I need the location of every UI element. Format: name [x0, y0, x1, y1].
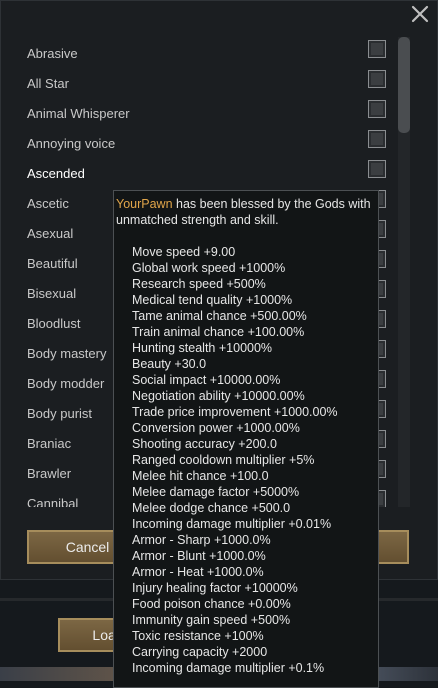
stat-line: Move speed +9.00 [132, 245, 236, 259]
stat-line: Medical tend quality +1000% [132, 293, 293, 307]
stat-line: Armor - Blunt +1000.0% [132, 549, 266, 563]
stat-line: Incoming damage multiplier +0.1% [132, 661, 325, 675]
stat-line: Beauty +30.0 [132, 357, 207, 371]
stat-line: Melee dodge chance +500.0 [132, 501, 291, 515]
stat-line: Immunity gain speed +500% [132, 613, 291, 627]
trait-label: Body modder [27, 376, 105, 391]
stat-line: Social impact +10000.00% [132, 373, 281, 387]
trait-tooltip: YourPawn has been blessed by the Gods wi… [113, 190, 379, 688]
stat-line: Hunting stealth +10000% [132, 341, 273, 355]
stat-line: Global work speed +1000% [132, 261, 286, 275]
trait-row[interactable]: Ascended [1, 159, 396, 189]
trait-label: Annoying voice [27, 136, 116, 151]
stat-line: Ranged cooldown multiplier +5% [132, 453, 315, 467]
trait-label: Brawler [27, 466, 72, 481]
stat-line: Food poison chance +0.00% [132, 597, 291, 611]
tooltip-intro: YourPawn has been blessed by the Gods wi… [116, 196, 376, 228]
trait-label: All Star [27, 76, 69, 91]
stat-line: Melee damage factor +5000% [132, 485, 300, 499]
stat-line: Train animal chance +100.00% [132, 325, 305, 339]
tooltip-stat-list: Move speed +9.00 Global work speed +1000%… [116, 244, 376, 676]
stat-line: Armor - Sharp +1000.0% [132, 533, 271, 547]
trait-label: Cannibal [27, 496, 79, 507]
trait-label: Ascended [27, 166, 85, 181]
trait-label: Beautiful [27, 256, 78, 271]
stat-line: Armor - Heat +1000.0% [132, 565, 264, 579]
stat-line: Shooting accuracy +200.0 [132, 437, 277, 451]
stat-line: Carrying capacity +2000 [132, 645, 268, 659]
trait-label: Body purist [27, 406, 93, 421]
stat-line: Research speed +500% [132, 277, 266, 291]
trait-checkbox[interactable] [368, 70, 386, 88]
stat-line: Conversion power +1000.00% [132, 421, 300, 435]
trait-row[interactable]: All Star [1, 69, 396, 99]
trait-checkbox[interactable] [368, 100, 386, 118]
close-button[interactable] [409, 3, 431, 25]
trait-checkbox[interactable] [368, 40, 386, 58]
trait-label: Body mastery [27, 346, 107, 361]
stat-line: Negotiation ability +10000.00% [132, 389, 305, 403]
trait-row[interactable]: Abrasive [1, 39, 396, 69]
stat-line: Toxic resistance +100% [132, 629, 264, 643]
stat-line: Injury healing factor +10000% [132, 581, 298, 595]
trait-label: Braniac [27, 436, 72, 451]
trait-label: Animal Whisperer [27, 106, 130, 121]
trait-label: Abrasive [27, 46, 78, 61]
trait-row[interactable]: Annoying voice [1, 129, 396, 159]
pawn-name: YourPawn [116, 197, 173, 211]
trait-checkbox[interactable] [368, 160, 386, 178]
stat-line: Incoming damage multiplier +0.01% [132, 517, 332, 531]
stat-line: Tame animal chance +500.00% [132, 309, 307, 323]
stat-line: Trade price improvement +1000.00% [132, 405, 338, 419]
trait-label: Ascetic [27, 196, 69, 211]
trait-checkbox[interactable] [368, 130, 386, 148]
trait-row[interactable]: Animal Whisperer [1, 99, 396, 129]
trait-label: Asexual [27, 226, 74, 241]
scrollbar-thumb[interactable] [398, 37, 410, 133]
trait-label: Bloodlust [27, 316, 81, 331]
stat-line: Melee hit chance +100.0 [132, 469, 269, 483]
close-icon [411, 5, 429, 23]
trait-label: Bisexual [27, 286, 77, 301]
